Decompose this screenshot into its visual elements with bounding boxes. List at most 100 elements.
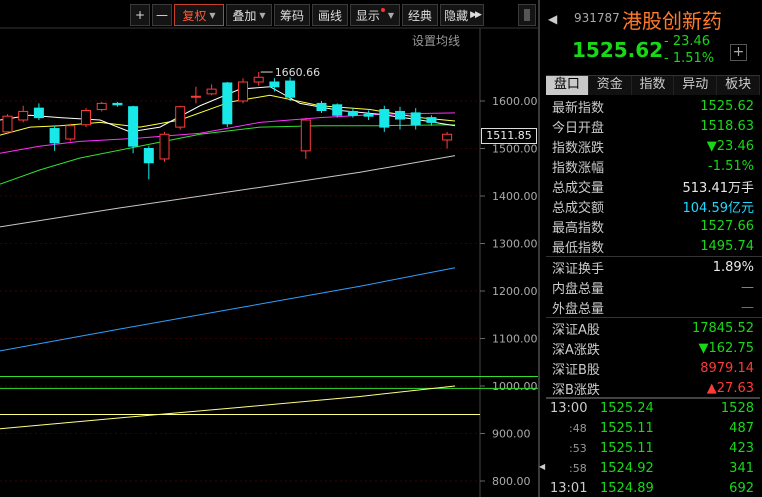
quote-row-label: 外盘总量: [552, 301, 605, 317]
prev-stock-icon[interactable]: ◀: [548, 12, 557, 26]
quote-row: 深证B股 8979.14: [542, 358, 762, 378]
candle-body: [269, 81, 280, 88]
tick-time: 13:01: [550, 480, 588, 496]
quote-row-value: 513.41万手: [682, 180, 755, 196]
quote-row: 深A涨跌 ▼162.75: [542, 338, 762, 358]
tick-volume: 341: [729, 460, 754, 476]
quote-row-label: 总成交量: [552, 180, 605, 196]
tick-time: :58: [569, 461, 587, 475]
tick-price: 1525.11: [600, 420, 654, 436]
candle-body: [96, 102, 107, 111]
tick-price: 1524.92: [600, 460, 654, 476]
candle-body: [347, 110, 358, 116]
candle-body: [300, 119, 311, 152]
quote-row-label: 最低指数: [552, 240, 605, 256]
quote-row-label: 深证A股: [552, 322, 600, 338]
quote-row-label: 总成交额: [552, 200, 605, 216]
tab-zijin[interactable]: 资金: [588, 76, 632, 95]
quote-row-value: 8979.14: [700, 360, 754, 376]
quote-row: 最新指数 1525.62: [542, 96, 762, 116]
quote-row-label: 指数涨幅: [552, 160, 605, 176]
candle-body: [410, 112, 421, 126]
quote-row: 深证A股 17845.52: [542, 318, 762, 338]
tick-time: :53: [569, 441, 587, 455]
quote-row: 深证换手 1.89%: [542, 257, 762, 277]
panel-tabs: 盘口 资金 指数 异动 板块: [546, 75, 760, 95]
candle-body: [81, 110, 91, 126]
tick-price: 1525.24: [600, 400, 654, 416]
tick-row: 13:00 1525.24 1528: [542, 398, 762, 418]
candle-body: [128, 106, 139, 147]
quote-row-label: 最新指数: [552, 100, 605, 116]
candle-body: [253, 76, 264, 83]
price-change: - 23.46: [664, 34, 711, 49]
price-change-pct: - 1.51%: [664, 51, 715, 66]
quote-row-label: 最高指数: [552, 220, 605, 236]
candle-body: [159, 133, 170, 160]
candle-body: [175, 106, 186, 128]
candle-body: [379, 109, 390, 128]
kline-chart[interactable]: 1600.00 1500.00 1400.00 1300.00 1200.00 1100.…: [0, 0, 540, 497]
add-watchlist-button[interactable]: +: [730, 44, 747, 61]
tab-bankuai[interactable]: 板块: [717, 76, 760, 95]
ma-line-60: [0, 155, 456, 228]
candle-body: [332, 104, 343, 116]
candle-body: [190, 95, 201, 98]
quote-row: 指数涨幅 -1.51%: [542, 156, 762, 176]
candle-body: [206, 88, 217, 95]
quote-row-value: 104.59亿元: [682, 200, 755, 216]
quote-row-value: 1525.62: [700, 98, 754, 114]
quote-row-value: 1.89%: [712, 259, 754, 275]
quote-row-value: ▲27.63: [706, 380, 754, 396]
quote-row: 指数涨跌 ▼23.46: [542, 136, 762, 156]
candle-body: [285, 80, 296, 98]
tick-row: 13:01 1524.89 692: [542, 478, 762, 497]
quote-row-value: 1518.63: [700, 118, 754, 134]
quote-row: 总成交量 513.41万手: [542, 176, 762, 196]
quote-row-value: —: [741, 279, 754, 295]
quote-row: 最低指数 1495.74: [542, 236, 762, 256]
tab-zhishu[interactable]: 指数: [631, 76, 675, 95]
tick-row: :58 1524.92 341: [542, 458, 762, 478]
quote-row: 外盘总量 —: [542, 297, 762, 317]
y-tick-label: 1100.00: [492, 333, 538, 346]
quote-rows: 最新指数 1525.62 今日开盘 1518.63 指数涨跌 ▼23.46 指数涨幅 -1.5…: [542, 96, 762, 398]
y-tick-label: 1400.00: [492, 190, 538, 203]
tick-list: 13:00 1525.24 1528 :48 1525.11 487 :53 1525.11 4…: [542, 398, 762, 497]
tick-time: :48: [569, 421, 587, 435]
quote-row-label: 深证B股: [552, 362, 600, 378]
candle-body: [2, 115, 13, 133]
current-price-tag: 1511.85: [481, 128, 537, 144]
tab-yidong[interactable]: 异动: [674, 76, 718, 95]
tick-volume: 487: [729, 420, 754, 436]
quote-row-value: ▼23.46: [706, 138, 754, 154]
quote-row-label: 内盘总量: [552, 281, 605, 297]
quote-row-label: 深证换手: [552, 261, 605, 277]
tick-price: 1525.11: [600, 440, 654, 456]
candle-body: [363, 113, 374, 117]
quote-row-value: ▼162.75: [698, 340, 755, 356]
quote-row: 最高指数 1527.66: [542, 216, 762, 236]
candle-body: [112, 102, 123, 106]
candle-body: [316, 102, 327, 111]
quote-row-value: 1495.74: [700, 238, 754, 254]
quote-row: 总成交额 104.59亿元: [542, 196, 762, 216]
quote-row: 深B涨跌 ▲27.63: [542, 378, 762, 398]
y-tick-label: 1300.00: [492, 238, 538, 251]
y-tick-label: 1000.00: [492, 380, 538, 393]
tab-pankou[interactable]: 盘口: [546, 76, 589, 95]
candle-body: [143, 148, 154, 164]
tick-row: :48 1525.11 487: [542, 418, 762, 438]
candle-body: [222, 82, 233, 125]
y-tick-label: 1600.00: [492, 95, 538, 108]
candle-body: [395, 110, 405, 120]
quote-row-label: 深A涨跌: [552, 342, 600, 358]
quote-row-label: 深B涨跌: [552, 382, 600, 398]
tick-volume: 423: [729, 440, 754, 456]
quote-row-value: -1.51%: [708, 158, 754, 174]
tick-volume: 692: [729, 480, 754, 496]
candle-body: [238, 81, 248, 102]
tick-price: 1524.89: [600, 480, 654, 496]
ma-line-250: [0, 385, 456, 430]
candle-body: [426, 117, 437, 123]
